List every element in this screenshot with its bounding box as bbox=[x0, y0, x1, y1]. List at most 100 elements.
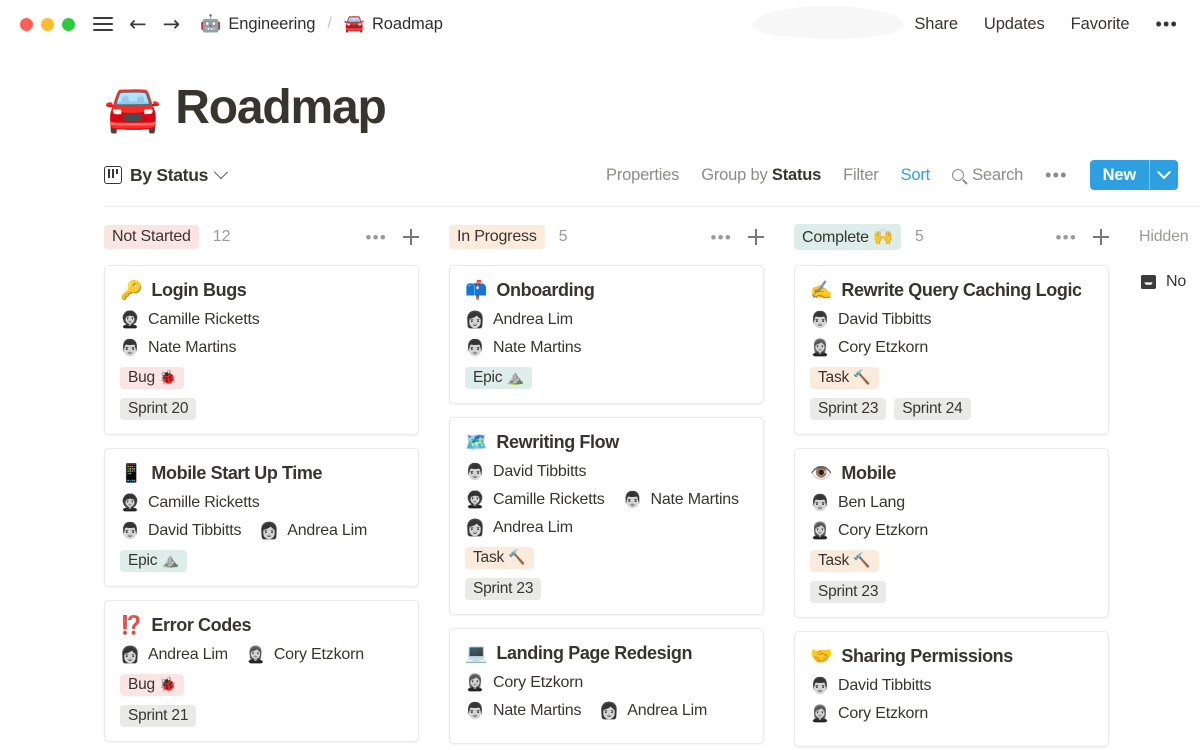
breadcrumb-item-engineering[interactable]: 🤖 Engineering bbox=[200, 15, 315, 34]
view-more-options-icon[interactable]: ••• bbox=[1045, 166, 1068, 184]
card-type-tag-row: Epic ⛰️ bbox=[465, 367, 748, 389]
avatar: 👨 bbox=[120, 338, 140, 357]
card-people-row: 👨 Ben Lang bbox=[810, 493, 1093, 513]
card-person[interactable]: 👨 Nate Martins bbox=[465, 701, 581, 721]
card-emoji-icon: ⁉️ bbox=[120, 614, 143, 636]
card-person[interactable]: 👩 Andrea Lim bbox=[259, 521, 367, 541]
card-people-row: 👩 Andrea Lim bbox=[465, 310, 748, 330]
card-tag[interactable]: Epic ⛰️ bbox=[120, 550, 187, 572]
card-person[interactable]: 👩‍🦱 Camille Ricketts bbox=[465, 490, 605, 510]
card-sprint-tag-row: Sprint 21 bbox=[120, 705, 403, 727]
card-person[interactable]: 👩‍🦱 Camille Ricketts bbox=[120, 493, 260, 513]
card-person[interactable]: 👩‍🦰 Cory Etzkorn bbox=[246, 645, 364, 665]
new-button[interactable]: New bbox=[1089, 160, 1178, 190]
card-person[interactable]: 👩‍🦰 Cory Etzkorn bbox=[465, 673, 583, 693]
menu-icon[interactable] bbox=[93, 17, 113, 31]
status-chip[interactable]: In Progress bbox=[449, 225, 545, 249]
board-card[interactable]: ✍️ Rewrite Query Caching Logic 👨 David Tibb… bbox=[794, 265, 1109, 435]
card-title: 🗺️ Rewriting Flow bbox=[465, 432, 748, 453]
board-card[interactable]: 📱 Mobile Start Up Time 👩‍🦱 Camille Ricketts… bbox=[104, 448, 419, 587]
card-tag[interactable]: Task 🔨 bbox=[810, 367, 879, 389]
card-tag[interactable]: Sprint 23 bbox=[810, 581, 887, 603]
status-chip[interactable]: Not Started bbox=[104, 225, 199, 249]
card-person[interactable]: 👩‍🦱 Camille Ricketts bbox=[120, 310, 260, 330]
page-title-text[interactable]: Roadmap bbox=[175, 84, 386, 132]
hidden-group-item[interactable]: No bbox=[1139, 265, 1200, 291]
card-person-name: Andrea Lim bbox=[493, 519, 573, 536]
sort-button[interactable]: Sort bbox=[901, 166, 931, 185]
notion-board-app: ← → 🤖 Engineering / 🚘 Roadmap Share Upda… bbox=[0, 0, 1200, 750]
avatar: 👩‍🦱 bbox=[120, 310, 140, 329]
avatar: 👩‍🦰 bbox=[245, 645, 266, 664]
board-card[interactable]: 🗺️ Rewriting Flow 👨 David Tibbitts 👩‍🦱 Camill… bbox=[449, 417, 764, 615]
card-tag[interactable]: Sprint 21 bbox=[120, 705, 197, 727]
card-people-row: 👩‍🦱 Camille Ricketts bbox=[120, 493, 403, 513]
column-add-card-icon[interactable] bbox=[748, 229, 764, 245]
more-options-icon[interactable]: ••• bbox=[1155, 15, 1178, 33]
card-people-row: 👨 Nate Martins bbox=[465, 338, 748, 358]
board-card[interactable]: 👁️ Mobile 👨 Ben Lang 👩‍🦰 Cory Etzkorn Task 🔨 Sp… bbox=[794, 448, 1109, 618]
card-person[interactable]: 👩‍🦰 Cory Etzkorn bbox=[810, 704, 928, 724]
card-tag[interactable]: Sprint 24 bbox=[894, 398, 971, 420]
filter-button[interactable]: Filter bbox=[843, 166, 879, 185]
card-tag[interactable]: Sprint 20 bbox=[120, 398, 197, 420]
column-more-options-icon[interactable]: ••• bbox=[1056, 229, 1077, 246]
background-blob bbox=[752, 6, 904, 39]
card-tag[interactable]: Task 🔨 bbox=[465, 547, 534, 569]
maximize-window-button[interactable] bbox=[62, 17, 75, 31]
card-person[interactable]: 👨 David Tibbitts bbox=[810, 310, 931, 330]
column-more-options-icon[interactable]: ••• bbox=[711, 229, 732, 246]
card-person[interactable]: 👩 Andrea Lim bbox=[465, 310, 573, 330]
card-person[interactable]: 👩 Andrea Lim bbox=[120, 645, 228, 665]
close-window-button[interactable] bbox=[20, 17, 33, 31]
card-person-name: Nate Martins bbox=[650, 491, 739, 508]
card-person[interactable]: 👩‍🦰 Cory Etzkorn bbox=[810, 521, 928, 541]
card-title: 📫 Onboarding bbox=[465, 280, 748, 301]
card-person[interactable]: 👩‍🦰 Cory Etzkorn bbox=[810, 338, 928, 358]
card-tag[interactable]: Bug 🐞 bbox=[120, 367, 185, 389]
card-person[interactable]: 👨 Nate Martins bbox=[120, 338, 236, 358]
board-card[interactable]: 💻 Landing Page Redesign 👩‍🦰 Cory Etzkorn 👨 Na… bbox=[449, 628, 764, 744]
search-icon bbox=[952, 169, 965, 181]
page-icon-car-icon[interactable]: 🚘 bbox=[104, 85, 161, 131]
search-button[interactable]: Search bbox=[952, 166, 1023, 185]
card-person[interactable]: 👩 Andrea Lim bbox=[465, 518, 573, 538]
board-card[interactable]: 🔑 Login Bugs 👩‍🦱 Camille Ricketts 👨 Nate Mart… bbox=[104, 265, 419, 435]
forward-arrow-icon[interactable]: → bbox=[163, 13, 181, 35]
share-button[interactable]: Share bbox=[914, 15, 958, 34]
minimize-window-button[interactable] bbox=[41, 17, 54, 31]
chevron-down-icon[interactable] bbox=[213, 165, 229, 180]
board-card[interactable]: ⁉️ Error Codes 👩 Andrea Lim 👩‍🦰 Cory Etzkorn B… bbox=[104, 600, 419, 742]
card-person-name: David Tibbitts bbox=[493, 463, 587, 480]
back-arrow-icon[interactable]: ← bbox=[129, 13, 147, 35]
card-person[interactable]: 👨 Ben Lang bbox=[810, 493, 905, 513]
card-title: ✍️ Rewrite Query Caching Logic bbox=[810, 280, 1093, 301]
card-person[interactable]: 👨 David Tibbitts bbox=[810, 676, 931, 696]
status-chip[interactable]: Complete 🙌 bbox=[794, 224, 901, 250]
card-person[interactable]: 👨 Nate Martins bbox=[623, 490, 739, 510]
new-button-label: New bbox=[1102, 165, 1137, 184]
column-more-options-icon[interactable]: ••• bbox=[366, 229, 387, 246]
breadcrumb-item-roadmap[interactable]: 🚘 Roadmap bbox=[344, 15, 443, 34]
board-card[interactable]: 📫 Onboarding 👩 Andrea Lim 👨 Nate Martins Epic … bbox=[449, 265, 764, 404]
card-tag[interactable]: Epic ⛰️ bbox=[465, 367, 532, 389]
card-tag-label: Sprint 23 bbox=[818, 400, 879, 417]
column-add-card-icon[interactable] bbox=[1093, 229, 1109, 245]
card-tag[interactable]: Sprint 23 bbox=[465, 578, 542, 600]
card-tag[interactable]: Task 🔨 bbox=[810, 550, 879, 572]
properties-button[interactable]: Properties bbox=[606, 166, 679, 185]
card-person[interactable]: 👨 David Tibbitts bbox=[465, 462, 586, 482]
new-button-chevron-down-icon[interactable] bbox=[1150, 160, 1178, 190]
favorite-button[interactable]: Favorite bbox=[1071, 15, 1130, 34]
view-tab-by-status[interactable]: By Status bbox=[104, 165, 229, 186]
card-person[interactable]: 👨 David Tibbitts bbox=[120, 521, 241, 541]
updates-button[interactable]: Updates bbox=[984, 15, 1045, 34]
card-tag[interactable]: Bug 🐞 bbox=[120, 674, 185, 696]
card-person[interactable]: 👩 Andrea Lim bbox=[599, 701, 707, 721]
group-by-button[interactable]: Group by Status bbox=[701, 166, 821, 185]
board-card[interactable]: 🤝 Sharing Permissions 👨 David Tibbitts 👩‍🦰 Co… bbox=[794, 631, 1109, 747]
avatar: 👨 bbox=[120, 521, 140, 540]
card-tag[interactable]: Sprint 23 bbox=[810, 398, 887, 420]
card-person[interactable]: 👨 Nate Martins bbox=[465, 338, 581, 358]
column-add-card-icon[interactable] bbox=[403, 229, 419, 245]
